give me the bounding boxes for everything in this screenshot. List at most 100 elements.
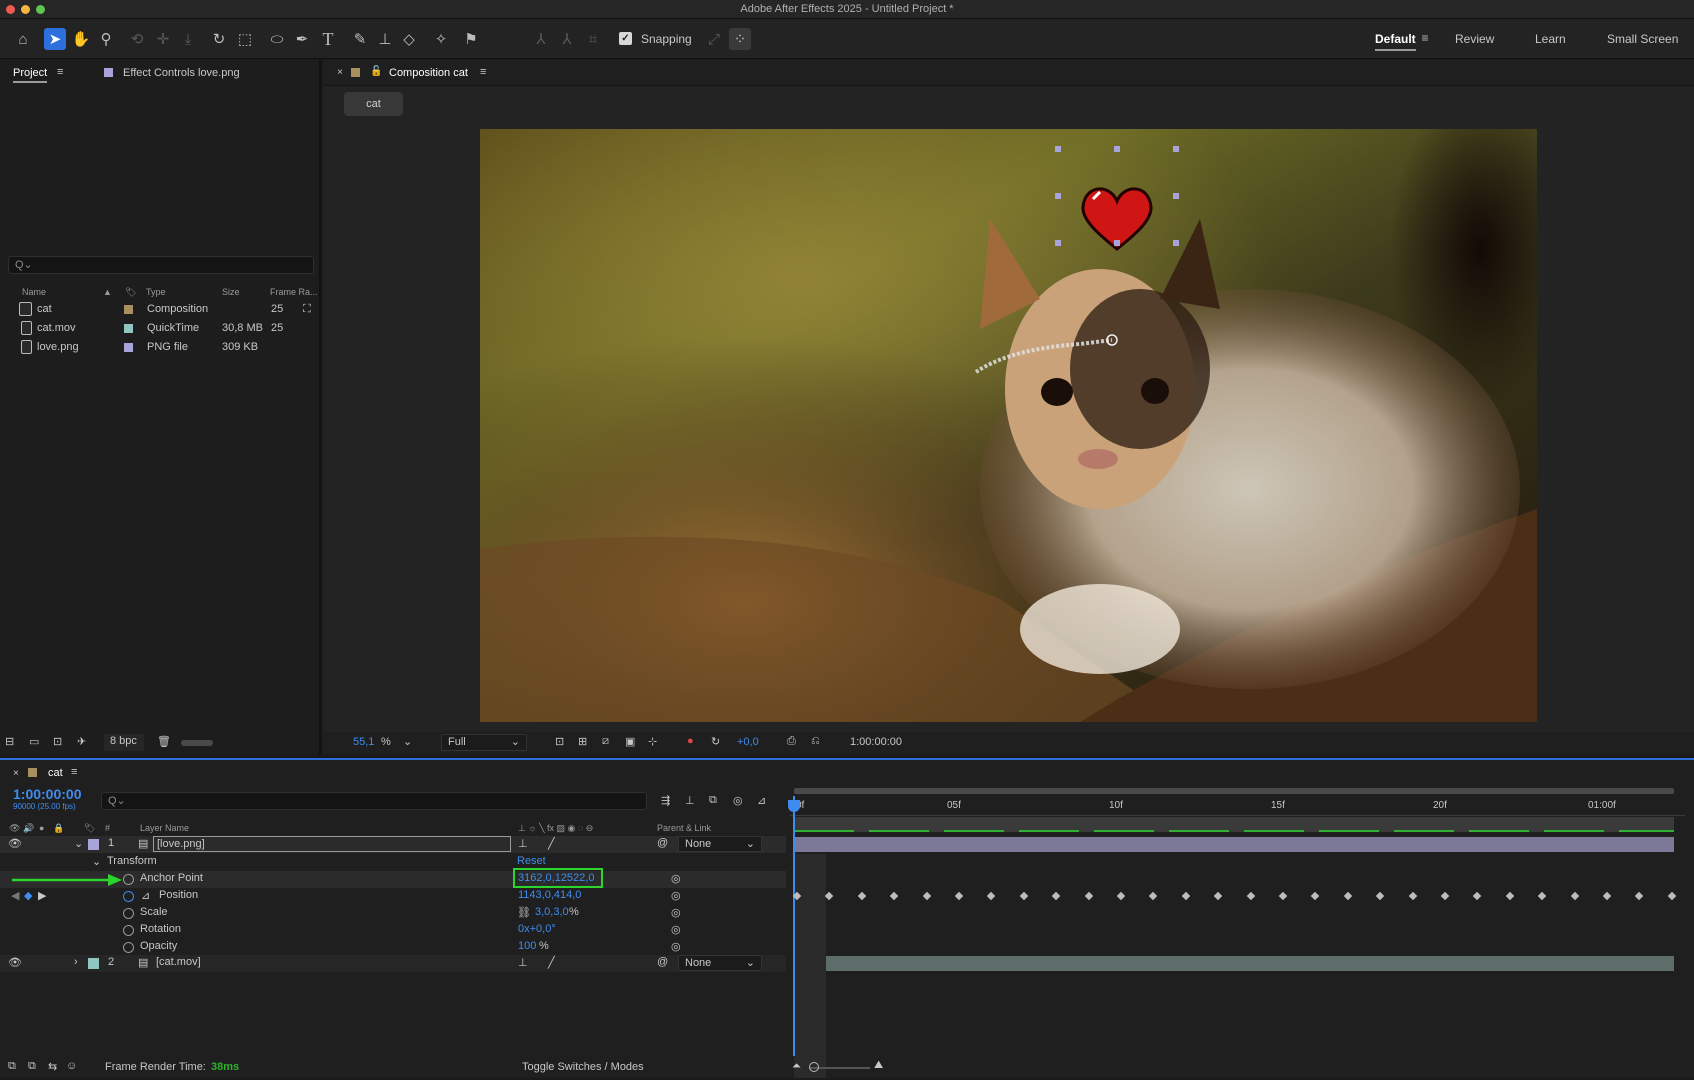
layer-label-swatch[interactable] — [88, 958, 99, 969]
position-keyframe[interactable] — [987, 891, 996, 901]
expression-pickwhip-icon[interactable]: ◎ — [671, 889, 681, 902]
transfer-controls-icon[interactable]: ⧉ — [28, 1060, 36, 1073]
in-out-icon[interactable]: ⇆ — [48, 1060, 57, 1073]
position-keyframe[interactable] — [889, 891, 899, 901]
layer-name-field[interactable]: [love.png] — [153, 836, 511, 852]
thumbnail-size-slider[interactable] — [181, 740, 213, 746]
transform-group[interactable]: ⌄ Transform Reset — [0, 854, 786, 871]
position-keyframe[interactable] — [1019, 891, 1029, 901]
zoom-tool-icon[interactable]: ⚲ — [95, 28, 117, 50]
position-keyframe[interactable] — [1635, 891, 1644, 901]
col-parent-link[interactable]: Parent & Link — [657, 823, 711, 833]
flowchart-icon[interactable]: ⛶ — [303, 303, 311, 316]
comp-breadcrumb-cat[interactable]: cat — [344, 92, 403, 116]
pan-camera-icon[interactable]: ✛ — [152, 28, 174, 50]
layer-label-swatch[interactable] — [88, 839, 99, 850]
snap-features-icon[interactable]: ⁘ — [729, 28, 751, 50]
project-item-love-png[interactable]: love.png PNG file 309 KB — [0, 338, 319, 357]
world-axis-icon[interactable]: ⅄ — [556, 28, 578, 50]
render-queue-icon[interactable]: ✈ — [77, 735, 86, 748]
position-keyframe[interactable] — [1084, 891, 1093, 901]
roto-brush-tool-icon[interactable]: ✧ — [430, 28, 452, 50]
position-keyframes[interactable] — [790, 891, 1680, 901]
position-row[interactable]: ◀ ◆ ▶ ⊿ Position 1143,0,414,0 ◎ — [0, 888, 786, 905]
position-keyframe[interactable] — [1213, 891, 1223, 901]
position-keyframe[interactable] — [792, 891, 802, 901]
timeline-search-input[interactable]: Q⌄ — [101, 792, 647, 810]
tab-timeline-cat[interactable]: cat — [48, 767, 63, 779]
view-axis-icon[interactable]: ⌗ — [582, 28, 604, 50]
rotation-tool-icon[interactable]: ↻ — [208, 28, 230, 50]
close-tab-icon[interactable]: × — [337, 67, 343, 78]
layer-row-1[interactable]: 👁 ⌄ 1 ▤ [love.png] ⊥ ╱ @ None ⌄ — [0, 836, 786, 853]
snapshot-camera-icon[interactable]: ⎙ — [787, 735, 796, 748]
eraser-tool-icon[interactable]: ◇ — [398, 28, 420, 50]
col-size[interactable]: Size — [222, 287, 240, 297]
exposure-value[interactable]: +0,0 — [737, 736, 759, 748]
col-type[interactable]: Type — [146, 287, 166, 297]
graph-editor-icon[interactable]: ⊿ — [757, 794, 766, 807]
zoom-value[interactable]: 55,1 — [353, 736, 374, 748]
region-of-interest-icon[interactable]: ▣ — [625, 735, 635, 748]
position-keyframe[interactable] — [1570, 891, 1579, 901]
scale-value[interactable]: 3,0,3,0 — [535, 906, 569, 918]
expression-pickwhip-icon[interactable]: ◎ — [671, 906, 681, 919]
expand-layer-chevron-icon[interactable]: › — [74, 956, 78, 968]
tab-project[interactable]: Project — [13, 67, 48, 83]
stopwatch-active-icon[interactable] — [123, 891, 134, 902]
orbit-camera-icon[interactable]: ⟲ — [126, 28, 148, 50]
frame-blending-icon[interactable]: ◎ — [733, 794, 743, 807]
close-timeline-icon[interactable]: × — [13, 768, 19, 779]
workspace-review[interactable]: Review — [1455, 32, 1494, 46]
render-time-icon[interactable]: ☺ — [66, 1060, 77, 1072]
current-time-indicator-head[interactable] — [788, 800, 800, 812]
position-keyframe[interactable] — [1246, 891, 1255, 901]
col-layer-name[interactable]: Layer Name — [140, 823, 189, 833]
pick-whip-icon[interactable]: @ — [657, 956, 668, 968]
quality-switch-icon[interactable]: ╱ — [548, 837, 555, 850]
stopwatch-icon[interactable] — [123, 925, 134, 936]
zoom-dropdown-chevron-icon[interactable]: ⌄ — [403, 735, 412, 748]
draft-3d-icon[interactable]: ⊥ — [685, 794, 695, 807]
position-keyframe[interactable] — [1602, 891, 1612, 901]
position-keyframe[interactable] — [922, 891, 931, 901]
col-frame-rate[interactable]: Frame Ra... — [270, 287, 318, 297]
visibility-eye-icon[interactable]: 👁 — [8, 956, 22, 969]
opacity-value[interactable]: 100 — [518, 940, 536, 952]
ellipse-tool-icon[interactable]: ⬭ — [266, 28, 288, 50]
position-keyframe[interactable] — [1440, 891, 1450, 901]
show-snapshot-icon[interactable]: ⎌ — [811, 735, 820, 748]
timeline-menu-icon[interactable]: ≡ — [71, 766, 77, 778]
visibility-eye-icon[interactable]: 👁 — [8, 837, 22, 850]
pick-whip-icon[interactable]: @ — [657, 837, 668, 849]
toggle-switches-modes-button[interactable]: Toggle Switches / Modes — [522, 1061, 644, 1073]
zoom-in-icon[interactable]: ⛰ — [874, 1059, 883, 1072]
layer-name[interactable]: [cat.mov] — [156, 956, 201, 968]
brush-tool-icon[interactable]: ✎ — [349, 28, 371, 50]
snapping-checkbox[interactable]: ✓ — [619, 32, 632, 45]
timeline-zoom-slider[interactable] — [810, 1067, 870, 1069]
quality-switch-icon[interactable]: ╱ — [548, 956, 555, 969]
pen-tool-icon[interactable]: ✒ — [291, 28, 313, 50]
parent-dropdown[interactable]: None ⌄ — [678, 955, 762, 971]
layer-1-duration-bar[interactable] — [794, 837, 1674, 852]
project-item-cat-mov[interactable]: cat.mov QuickTime 30,8 MB 25 — [0, 319, 319, 338]
tab-composition[interactable]: Composition cat — [389, 67, 468, 79]
position-keyframe[interactable] — [1408, 891, 1417, 901]
sort-ascending-icon[interactable]: ▲ — [103, 287, 112, 297]
timeline-track-area[interactable]: 0f 05f 10f 15f 20f 01:00f — [788, 760, 1694, 1080]
workspace-menu-icon[interactable]: ≡ — [1418, 27, 1432, 49]
layer-2-duration-bar[interactable] — [794, 956, 1674, 971]
type-tool-icon[interactable]: T — [317, 28, 339, 50]
tab-effect-controls[interactable]: Effect Controls love.png — [123, 67, 240, 79]
selection-tool-icon[interactable]: ➤ — [44, 28, 66, 50]
position-keyframe[interactable] — [1278, 891, 1288, 901]
collapse-switch-icon[interactable]: ⊥ — [518, 956, 528, 969]
current-time-display[interactable]: 1:00:00:00 — [13, 786, 82, 802]
workspace-default[interactable]: Default — [1375, 32, 1416, 51]
parent-dropdown[interactable]: None ⌄ — [678, 836, 762, 852]
col-name[interactable]: Name — [22, 287, 46, 297]
position-keyframe[interactable] — [1149, 891, 1158, 901]
new-folder-icon[interactable]: ▭ — [29, 735, 39, 748]
position-keyframe[interactable] — [1375, 891, 1385, 901]
